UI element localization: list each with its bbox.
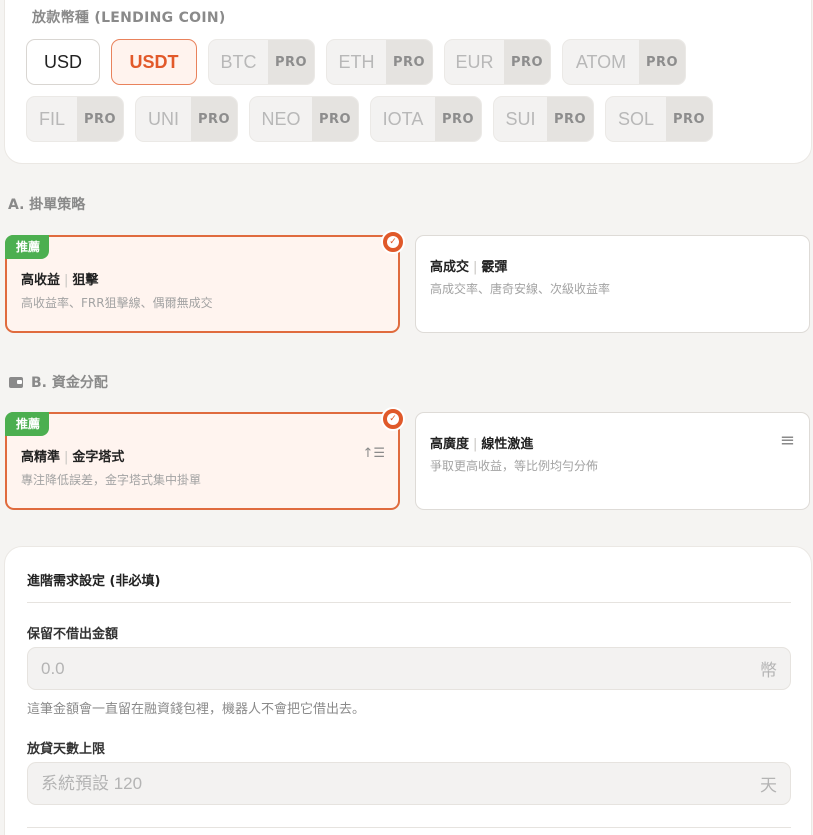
allocation-heading: B. 資金分配 xyxy=(9,372,108,392)
coin-name: FIL xyxy=(38,108,65,129)
pro-tag: PRO xyxy=(435,97,481,141)
allocation-option-precision[interactable]: 推薦 ✓ 高精準 | 金字塔式 ↑☰ 專注降低誤差，金字塔式集中掛單 xyxy=(5,407,405,510)
coin-name: BTC xyxy=(220,51,257,72)
reserve-label: 保留不借出金額 xyxy=(27,627,119,642)
max-days-input[interactable] xyxy=(41,773,760,794)
pro-tag: PRO xyxy=(386,40,432,84)
coin-atom[interactable]: ATOM PRO xyxy=(562,39,686,85)
coin-name: USD xyxy=(43,51,82,72)
sort-ascending-icon: ↑☰ xyxy=(362,446,385,461)
selected-check-icon: ✓ xyxy=(381,407,405,431)
reserve-field: 幣 xyxy=(27,647,791,690)
option-title-main: 高精準 xyxy=(21,450,61,465)
option-title-sub: 狙擊 xyxy=(72,273,99,288)
coin-eth[interactable]: ETH PRO xyxy=(326,39,433,85)
strategy-heading-text: A. 掛單策略 xyxy=(8,197,86,213)
divider xyxy=(27,827,791,828)
coin-neo[interactable]: NEO PRO xyxy=(249,96,359,142)
pro-tag: PRO xyxy=(639,40,685,84)
option-desc: 專注降低誤差，金字塔式集中掛單 xyxy=(21,473,202,487)
coin-name: SOL xyxy=(617,108,655,129)
pro-tag: PRO xyxy=(77,97,123,141)
reserve-unit: 幣 xyxy=(760,661,777,681)
option-desc: 爭取更高收益，等比例均勻分佈 xyxy=(430,459,599,473)
coin-name: EUR xyxy=(455,51,494,72)
coin-name: ETH xyxy=(338,51,375,72)
option-desc: 高成交率、唐奇安線、次級收益率 xyxy=(430,282,611,296)
option-title: 高收益 | 狙擊 xyxy=(21,273,99,288)
coin-usdt[interactable]: USDT xyxy=(111,39,197,85)
wallet-icon xyxy=(9,376,23,388)
option-title: 高廣度 | 線性激進 xyxy=(430,437,534,452)
strategy-option-high-yield[interactable]: 推薦 ✓ 高收益 | 狙擊 高收益率、FRR狙擊線、偶爾無成交 xyxy=(5,230,405,333)
coin-fil[interactable]: FIL PRO xyxy=(26,96,124,142)
menu-lines-icon: ≡ xyxy=(779,430,795,451)
pro-tag: PRO xyxy=(547,97,593,141)
coin-iota[interactable]: IOTA PRO xyxy=(370,96,482,142)
coin-name: NEO xyxy=(261,108,301,129)
strategy-heading: A. 掛單策略 xyxy=(8,194,85,214)
coin-name: SUI xyxy=(505,108,536,129)
coin-name: USDT xyxy=(129,51,179,72)
strategy-option-high-fill[interactable]: 高成交 | 霰彈 高成交率、唐奇安線、次級收益率 xyxy=(415,235,810,333)
coin-name: ATOM xyxy=(575,51,627,72)
max-days-label: 放貸天數上限 xyxy=(27,742,106,757)
advanced-title: 進階需求設定 (非必填) xyxy=(27,574,161,589)
reserve-hint: 這筆金額會一直留在融資錢包裡，機器人不會把它借出去。 xyxy=(27,702,366,717)
allocation-heading-text: B. 資金分配 xyxy=(31,375,108,391)
max-days-unit: 天 xyxy=(760,776,777,796)
option-desc: 高收益率、FRR狙擊線、偶爾無成交 xyxy=(21,296,213,310)
reserve-input[interactable] xyxy=(41,658,760,679)
coin-eur[interactable]: EUR PRO xyxy=(444,39,551,85)
max-days-field: 天 xyxy=(27,762,791,805)
pro-tag: PRO xyxy=(312,97,358,141)
selected-check-icon: ✓ xyxy=(381,230,405,254)
coin-uni[interactable]: UNI PRO xyxy=(135,96,238,142)
pro-tag: PRO xyxy=(666,97,712,141)
option-title-sub: 霰彈 xyxy=(481,260,508,275)
option-title: 高成交 | 霰彈 xyxy=(430,260,508,275)
coin-btc[interactable]: BTC PRO xyxy=(208,39,315,85)
pro-tag: PRO xyxy=(504,40,550,84)
option-title-main: 高收益 xyxy=(21,273,61,288)
coin-usd[interactable]: USD xyxy=(26,39,100,85)
pro-tag: PRO xyxy=(268,40,314,84)
allocation-option-breadth[interactable]: 高廣度 | 線性激進 ≡ 爭取更高收益，等比例均勻分佈 xyxy=(415,412,810,510)
recommended-badge: 推薦 xyxy=(5,412,50,436)
coin-name: UNI xyxy=(148,108,179,129)
coin-name: IOTA xyxy=(382,108,424,129)
option-title: 高精準 | 金字塔式 xyxy=(21,450,125,465)
coin-sui[interactable]: SUI PRO xyxy=(493,96,594,142)
pro-tag: PRO xyxy=(191,97,237,141)
coin-sol[interactable]: SOL PRO xyxy=(605,96,713,142)
advanced-settings-card: 進階需求設定 (非必填) 保留不借出金額 幣 這筆金額會一直留在融資錢包裡，機器… xyxy=(4,546,812,835)
lending-coin-label: 放款幣種 (LENDING COIN) xyxy=(32,10,226,26)
option-title-sub: 線性激進 xyxy=(481,437,534,452)
option-title-main: 高成交 xyxy=(430,260,470,275)
divider xyxy=(27,602,791,603)
option-title-sub: 金字塔式 xyxy=(72,450,125,465)
recommended-badge: 推薦 xyxy=(5,235,50,259)
option-title-main: 高廣度 xyxy=(430,437,470,452)
